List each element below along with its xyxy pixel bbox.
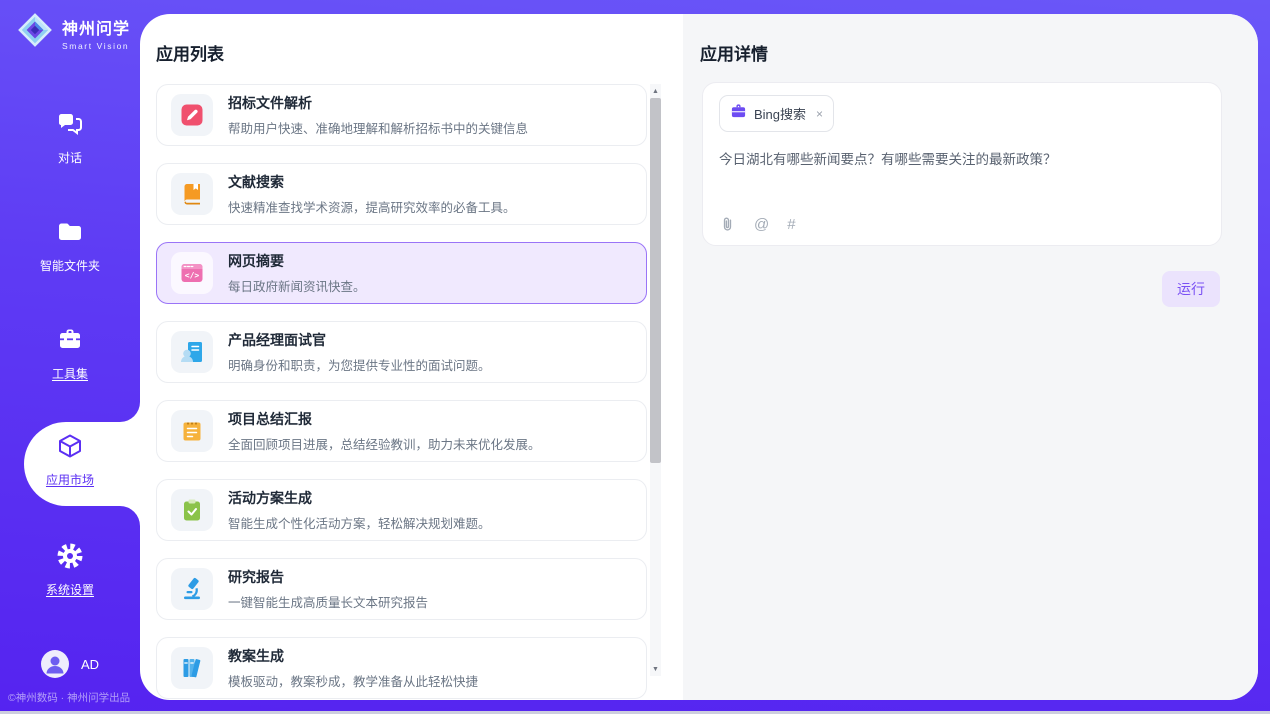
user-label: AD [81,657,99,672]
run-button[interactable]: 运行 [1162,271,1220,307]
sidebar: 神州问学 Smart Vision 对话 智能文件夹 [0,0,140,714]
sidebar-item-chat[interactable]: 对话 [0,110,140,166]
user-account[interactable]: AD [0,650,140,678]
attachment-icon[interactable] [719,215,736,233]
app-list-item-pm-interviewer[interactable]: 产品经理面试官 明确身份和职责，为您提供专业性的面试问题。 [156,321,647,383]
user-avatar-icon [41,650,69,678]
books-icon [171,647,213,689]
app-detail-title: 应用详情 [700,40,768,65]
scroll-down-arrow-icon[interactable]: ▼ [650,662,661,676]
app-description: 智能生成个性化活动方案，轻松解决规划难题。 [228,513,491,532]
scrollbar-thumb[interactable] [650,98,661,463]
tool-tag-label: Bing搜索 [754,104,806,123]
scroll-up-arrow-icon[interactable]: ▲ [650,84,661,98]
app-title: 产品经理面试官 [228,330,491,350]
app-list: 招标文件解析 帮助用户快速、准确地理解和解析招标书中的关键信息 文献搜索 快速精… [156,84,647,700]
app-title: 文献搜索 [228,172,516,192]
composer-toolbar: @ # [719,215,796,233]
brand-logo: 神州问学 Smart Vision [16,11,130,54]
app-description: 快速精准查找学术资源，提高研究效率的必备工具。 [228,197,516,216]
bubble-notch [120,402,140,422]
gem-diamond-icon [16,11,54,54]
app-list-item-literature-search[interactable]: 文献搜索 快速精准查找学术资源，提高研究效率的必备工具。 [156,163,647,225]
app-list-item-research-report[interactable]: 研究报告 一键智能生成高质量长文本研究报告 [156,558,647,620]
tool-tag-bing-search[interactable]: Bing搜索 × [719,95,834,132]
toolbox-icon [56,326,84,354]
app-title: 网页摘要 [228,251,366,271]
svg-text:</>: </> [185,271,200,280]
brand-name: 神州问学 [62,21,130,38]
query-input[interactable]: 今日湖北有哪些新闻要点？有哪些需要关注的最新政策？ [719,150,1205,170]
app-title: 教案生成 [228,646,478,666]
app-description: 全面回顾项目进展，总结经验教训，助力未来优化发展。 [228,434,541,453]
prompt-card: Bing搜索 × 今日湖北有哪些新闻要点？有哪些需要关注的最新政策？ @ # [702,82,1222,246]
gear-icon [56,542,84,570]
brand-tagline: Smart Vision [62,41,130,51]
book-icon [171,173,213,215]
list-scrollbar[interactable]: ▲ ▼ [650,84,661,676]
app-list-item-web-summary[interactable]: </> 网页摘要 每日政府新闻资讯快查。 [156,242,647,304]
app-list-item-project-summary[interactable]: 项目总结汇报 全面回顾项目进展，总结经验教训，助力未来优化发展。 [156,400,647,462]
sidebar-item-label: 智能文件夹 [0,257,140,274]
cube-icon [56,432,84,460]
browser-code-icon: </> [171,252,213,294]
app-description: 每日政府新闻资讯快查。 [228,276,366,295]
app-list-item-event-plan[interactable]: 活动方案生成 智能生成个性化活动方案，轻松解决规划难题。 [156,479,647,541]
sidebar-item-label: 对话 [0,149,140,166]
sidebar-item-toolset[interactable]: 工具集 [0,326,140,382]
notepad-icon [171,410,213,452]
sidebar-item-smart-folder[interactable]: 智能文件夹 [0,218,140,274]
app-description: 模板驱动，教案秒成，教学准备从此轻松快捷 [228,671,478,690]
folder-icon [56,218,84,246]
app-list-item-bid-analysis[interactable]: 招标文件解析 帮助用户快速、准确地理解和解析招标书中的关键信息 [156,84,647,146]
mention-icon[interactable]: @ [754,216,769,233]
sidebar-item-app-market[interactable]: 应用市场 [0,432,140,488]
app-title: 招标文件解析 [228,93,528,113]
app-description: 一键智能生成高质量长文本研究报告 [228,592,428,611]
close-icon[interactable]: × [816,107,823,121]
resume-person-icon [171,331,213,373]
edit-square-icon [171,94,213,136]
app-description: 明确身份和职责，为您提供专业性的面试问题。 [228,355,491,374]
microscope-icon [171,568,213,610]
sidebar-item-label: 应用市场 [0,471,140,488]
app-title: 研究报告 [228,567,428,587]
chat-icon [56,110,84,138]
app-list-title: 应用列表 [156,40,224,65]
hash-icon[interactable]: # [787,216,795,233]
sidebar-item-label: 工具集 [0,365,140,382]
main-container: 应用列表 招标文件解析 帮助用户快速、准确地理解和解析招标书中的关键信息 [140,14,1258,700]
app-list-item-lesson-plan[interactable]: 教案生成 模板驱动，教案秒成，教学准备从此轻松快捷 [156,637,647,699]
copyright-footer: ©神州数码 · 神州问学出品 [8,690,130,705]
app-description: 帮助用户快速、准确地理解和解析招标书中的关键信息 [228,118,528,137]
app-title: 项目总结汇报 [228,409,541,429]
clipboard-check-icon [171,489,213,531]
briefcase-icon [730,103,747,124]
app-detail-panel: 应用详情 Bing搜索 × 今日湖北有哪些新闻要点？有哪些需要关注的最新政策？ [683,14,1258,700]
app-title: 活动方案生成 [228,488,491,508]
bubble-notch [120,506,140,526]
sidebar-item-label: 系统设置 [0,581,140,598]
app-list-panel: 应用列表 招标文件解析 帮助用户快速、准确地理解和解析招标书中的关键信息 [140,14,683,700]
sidebar-item-settings[interactable]: 系统设置 [0,542,140,598]
